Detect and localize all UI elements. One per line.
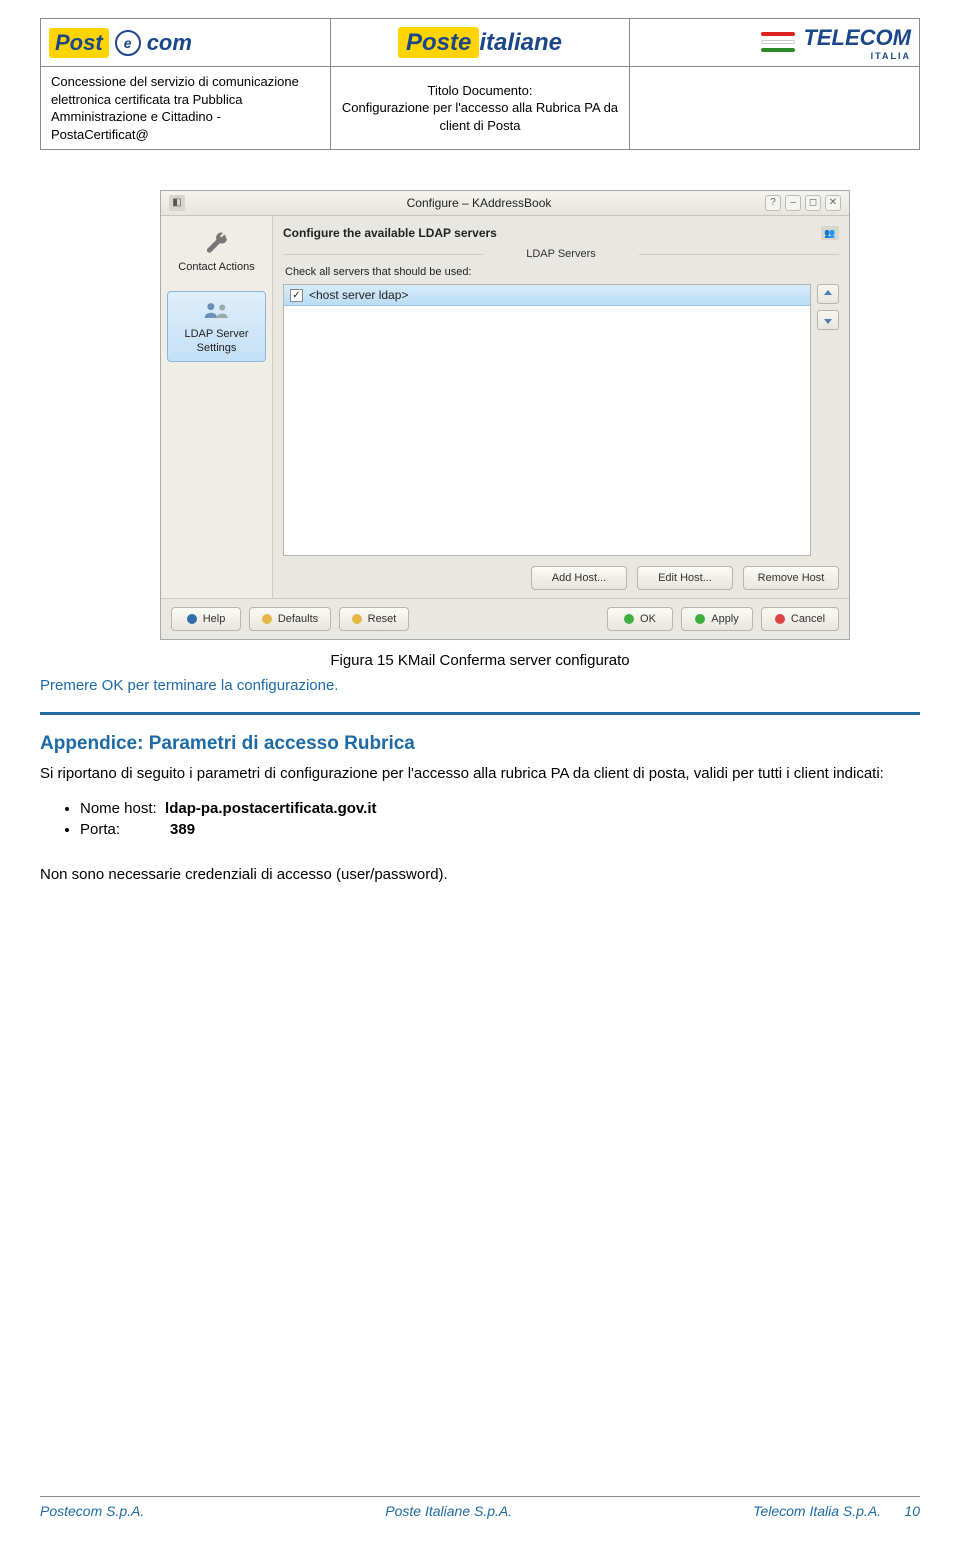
minimize-window-button[interactable]: –: [785, 195, 801, 211]
wrench-icon: [201, 231, 233, 257]
logo-postecom: Postecom: [49, 28, 322, 58]
instruction-text: Premere OK per terminare la configurazio…: [40, 677, 920, 694]
footer-center: Poste Italiane S.p.A.: [385, 1503, 512, 1519]
list-item-label: <host server ldap>: [309, 288, 408, 302]
page-footer: Postecom S.p.A. Poste Italiane S.p.A. Te…: [40, 1496, 920, 1519]
group-ldap-servers: LDAP Servers: [283, 248, 839, 260]
document-header: Postecom Posteitaliane TELECOM ITALIA: [40, 18, 920, 150]
pane-title-text: Configure the available LDAP servers: [283, 226, 497, 240]
appendix-title: Appendice: Parametri di accesso Rubrica: [40, 733, 920, 755]
dialog-sidebar: Contact Actions LDAP Server Settings: [161, 216, 273, 598]
footer-left: Postecom S.p.A.: [40, 1503, 144, 1519]
figure-caption: Figura 15 KMail Conferma server configur…: [40, 652, 920, 669]
dialog-main-pane: Configure the available LDAP servers 👥 L…: [273, 216, 849, 598]
maximize-window-button[interactable]: ◻: [805, 195, 821, 211]
appendix-paragraph: Si riportano di seguito i parametri di c…: [40, 763, 920, 786]
page-number: 10: [904, 1503, 920, 1519]
ok-button[interactable]: OK: [607, 607, 673, 631]
apply-button[interactable]: Apply: [681, 607, 753, 631]
parameter-list: Nome host: ldap-pa.postacertificata.gov.…: [80, 800, 920, 838]
sidebar-item-contact-actions[interactable]: Contact Actions: [167, 224, 266, 281]
logo-telecom: TELECOM ITALIA: [638, 25, 911, 61]
move-up-button[interactable]: [817, 284, 839, 304]
list-item: Nome host: ldap-pa.postacertificata.gov.…: [80, 800, 920, 817]
move-down-button[interactable]: [817, 310, 839, 330]
header-center-text: Titolo Documento: Configurazione per l'a…: [331, 67, 630, 150]
help-button[interactable]: Help: [171, 607, 241, 631]
footer-right: Telecom Italia S.p.A.: [753, 1503, 881, 1519]
ldap-people-icon: [201, 298, 233, 324]
list-item: Porta: 389: [80, 821, 920, 838]
list-item[interactable]: ✓ <host server ldap>: [284, 285, 810, 306]
remove-host-button[interactable]: Remove Host: [743, 566, 839, 590]
defaults-button[interactable]: Defaults: [249, 607, 331, 631]
section-divider: [40, 712, 920, 715]
logo-posteitaliane: Posteitaliane: [339, 29, 621, 57]
dialog-titlebar: ◧ Configure – KAddressBook ? – ◻ ✕: [161, 191, 849, 216]
sidebar-item-ldap-settings[interactable]: LDAP Server Settings: [167, 291, 266, 361]
edit-host-button[interactable]: Edit Host...: [637, 566, 733, 590]
ldap-server-list[interactable]: ✓ <host server ldap>: [283, 284, 811, 556]
close-window-button[interactable]: ✕: [825, 195, 841, 211]
add-host-button[interactable]: Add Host...: [531, 566, 627, 590]
dialog-footer: Help Defaults Reset OK Apply Cancel: [161, 598, 849, 639]
credentials-note: Non sono necessarie credenziali di acces…: [40, 866, 920, 883]
kaddressbook-dialog: ◧ Configure – KAddressBook ? – ◻ ✕ Conta…: [160, 190, 850, 640]
reset-button[interactable]: Reset: [339, 607, 409, 631]
people-icon: 👥: [821, 226, 839, 240]
dialog-title: Configure – KAddressBook: [193, 196, 765, 210]
cancel-button[interactable]: Cancel: [761, 607, 839, 631]
hint-text: Check all servers that should be used:: [285, 266, 837, 278]
header-left-text: Concessione del servizio di comunicazion…: [41, 67, 331, 150]
checkbox-icon[interactable]: ✓: [290, 289, 303, 302]
help-window-button[interactable]: ?: [765, 195, 781, 211]
app-icon: ◧: [169, 195, 185, 211]
